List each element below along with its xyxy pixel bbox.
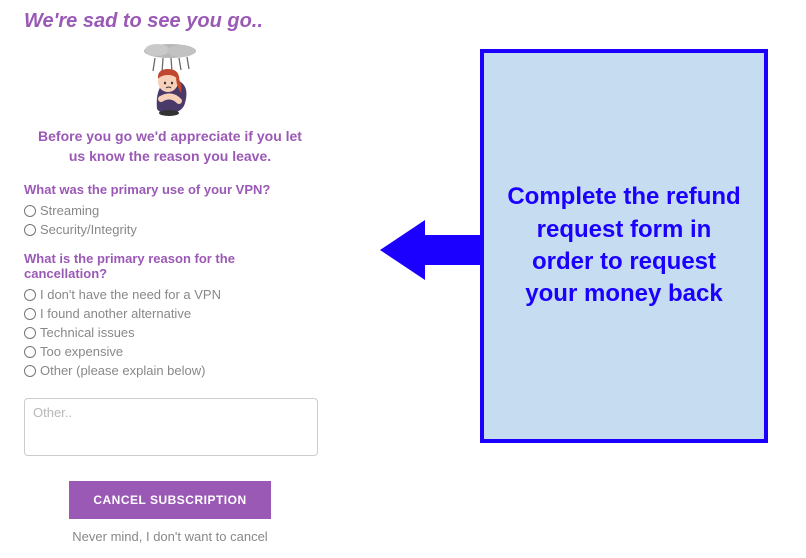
annotation-callout: Complete the refund request form in orde… (480, 49, 768, 443)
question-label: What was the primary use of your VPN? (24, 182, 316, 197)
page-title: We're sad to see you go.. (24, 10, 316, 33)
radio-input[interactable] (24, 224, 36, 236)
option-label: Other (please explain below) (40, 363, 205, 378)
sub-heading: Before you go we'd appreciate if you let… (24, 127, 316, 166)
question-cancel-reason: What is the primary reason for the cance… (24, 251, 316, 378)
radio-input[interactable] (24, 365, 36, 377)
option-technical[interactable]: Technical issues (24, 325, 316, 340)
cancellation-form: We're sad to see you go.. Before you go … (0, 0, 330, 558)
radio-input[interactable] (24, 327, 36, 339)
question-primary-use: What was the primary use of your VPN? St… (24, 182, 316, 237)
question-label: What is the primary reason for the cance… (24, 251, 316, 281)
radio-input[interactable] (24, 346, 36, 358)
option-expensive[interactable]: Too expensive (24, 344, 316, 359)
sad-illustration (24, 39, 316, 117)
option-label: Security/Integrity (40, 222, 137, 237)
radio-input[interactable] (24, 289, 36, 301)
option-other[interactable]: Other (please explain below) (24, 363, 316, 378)
cancel-subscription-button[interactable]: CANCEL SUBSCRIPTION (69, 481, 270, 519)
nevermind-link[interactable]: Never mind, I don't want to cancel (24, 529, 316, 544)
option-streaming[interactable]: Streaming (24, 203, 316, 218)
other-reason-field[interactable] (24, 398, 318, 456)
option-label: I don't have the need for a VPN (40, 287, 221, 302)
option-alternative[interactable]: I found another alternative (24, 306, 316, 321)
callout-text: Complete the refund request form in orde… (504, 181, 744, 311)
option-label: I found another alternative (40, 306, 191, 321)
option-label: Streaming (40, 203, 99, 218)
radio-input[interactable] (24, 308, 36, 320)
option-label: Too expensive (40, 344, 123, 359)
radio-input[interactable] (24, 205, 36, 217)
option-label: Technical issues (40, 325, 135, 340)
option-security[interactable]: Security/Integrity (24, 222, 316, 237)
option-no-need[interactable]: I don't have the need for a VPN (24, 287, 316, 302)
